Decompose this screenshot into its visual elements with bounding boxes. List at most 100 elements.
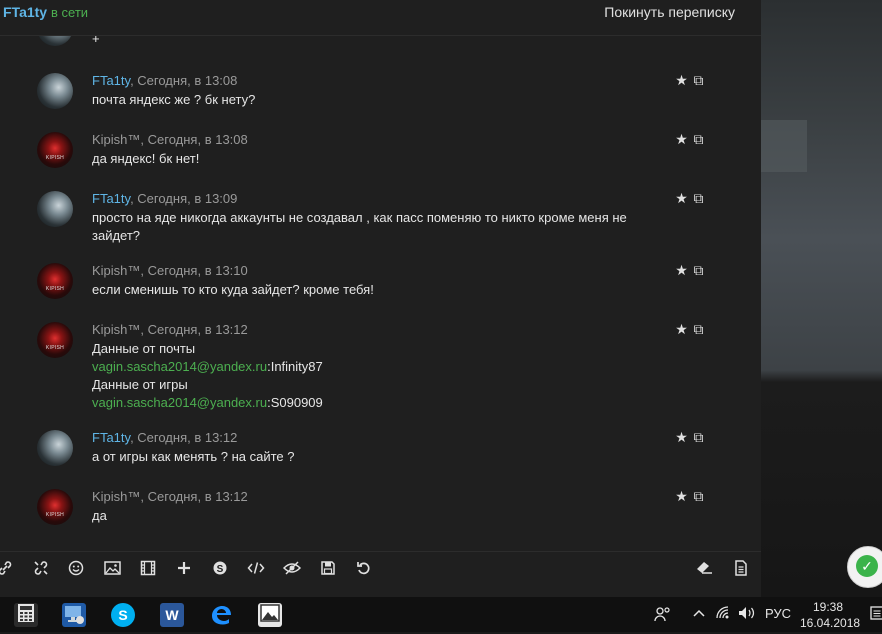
copy-icon[interactable]: ⧉ [690,488,707,505]
conversation-header: FTa1ty в сети Покинуть переписку [0,0,761,36]
message-list[interactable]: + FTa1ty, Сегодня, в 13:08 ★ ⧉ почта янде… [0,36,761,550]
skype-icon[interactable]: S [211,560,229,578]
message-meta: FTa1ty, Сегодня, в 13:09 [92,191,237,206]
save-icon[interactable] [319,560,337,578]
hide-icon[interactable] [282,560,302,578]
star-icon[interactable]: ★ [673,429,690,446]
email-link[interactable]: vagin.sascha2014@yandex.ru [92,359,267,374]
input-language[interactable]: РУС [765,606,791,621]
message-meta: Kipish™, Сегодня, в 13:12 [92,489,248,504]
message-line: Данные от игры [92,377,188,392]
author-name[interactable]: FTa1ty [92,73,130,88]
people-icon[interactable] [654,606,672,625]
message-text: Данные от почты vagin.sascha2014@yandex.… [92,340,672,412]
clock-date: 16.04.2018 [800,616,861,630]
document-icon[interactable] [732,560,750,578]
background-block [761,120,807,172]
copy-icon[interactable]: ⧉ [690,190,707,207]
word-app-icon[interactable]: W [160,603,184,627]
author-name[interactable]: Kipish™ [92,489,140,504]
message-text: да [92,508,107,523]
header-username[interactable]: FTa1ty [3,4,47,20]
author-name[interactable]: FTa1ty [92,191,130,206]
message-meta: FTa1ty, Сегодня, в 13:12 [92,430,237,445]
star-icon[interactable]: ★ [673,321,690,338]
background-window [761,0,882,597]
message-text: а от игры как менять ? на сайте ? [92,449,295,464]
eraser-icon[interactable] [696,560,714,578]
message-time: , Сегодня, в 13:12 [140,322,248,337]
shield-check-icon: ✓ [856,555,878,577]
star-icon[interactable]: ★ [673,72,690,89]
edge-browser-icon[interactable] [209,603,233,627]
message-text: почта яндекс же ? бк нету? [92,92,256,107]
chevron-up-icon[interactable] [692,606,706,623]
unlink-icon[interactable] [32,560,50,578]
wifi-icon[interactable] [716,606,732,623]
message-line: vagin.sascha2014@yandex.ru:S090909 [92,394,672,412]
star-icon[interactable]: ★ [673,190,690,207]
copy-icon[interactable]: ⧉ [690,131,707,148]
security-badge[interactable]: ✓ [847,546,882,588]
image-icon[interactable] [103,560,121,578]
avatar[interactable] [37,263,73,299]
photos-app-icon[interactable] [258,603,282,627]
avatar[interactable] [37,132,73,168]
message-actions: ★ ⧉ [673,262,707,279]
message-time: , Сегодня, в 13:08 [130,73,238,88]
message-text: просто на яде никогда аккаунты не создав… [92,210,627,243]
smiley-icon[interactable] [67,560,85,578]
message-actions: ★ ⧉ [673,321,707,338]
copy-icon[interactable]: ⧉ [690,321,707,338]
author-name[interactable]: FTa1ty [92,430,130,445]
message-meta: Kipish™, Сегодня, в 13:08 [92,132,248,147]
notification-center-icon[interactable] [870,606,882,623]
message-text: да яндекс! бк нет! [92,151,200,166]
message-text: + [92,36,100,46]
copy-icon[interactable]: ⧉ [690,262,707,279]
star-icon[interactable]: ★ [673,262,690,279]
leave-conversation-button[interactable]: Покинуть переписку [604,4,735,20]
avatar[interactable] [37,191,73,227]
plus-icon[interactable] [175,560,193,578]
avatar[interactable] [37,430,73,466]
message-time: , Сегодня, в 13:08 [140,132,248,147]
skype-app-icon[interactable]: S [111,603,135,627]
message-meta: FTa1ty, Сегодня, в 13:08 [92,73,237,88]
author-name[interactable]: Kipish™ [92,132,140,147]
avatar[interactable] [37,322,73,358]
code-icon[interactable] [247,560,265,578]
email-link[interactable]: vagin.sascha2014@yandex.ru [92,395,267,410]
copy-icon[interactable]: ⧉ [690,429,707,446]
password-text: :S090909 [267,395,323,410]
editor-toolbar: S [0,551,761,586]
copy-icon[interactable]: ⧉ [690,72,707,89]
avatar[interactable] [37,489,73,525]
message-meta: Kipish™, Сегодня, в 13:12 [92,322,248,337]
volume-icon[interactable] [738,606,756,623]
message-time: , Сегодня, в 13:10 [140,263,248,278]
star-icon[interactable]: ★ [673,488,690,505]
avatar[interactable] [37,36,73,46]
author-name[interactable]: Kipish™ [92,322,140,337]
network-manager-icon[interactable] [62,603,86,627]
svg-text:S: S [217,564,224,575]
message-time: , Сегодня, в 13:09 [130,191,238,206]
taskbar: S W РУС 19:38 16.04.2018 [0,597,882,632]
message-actions: ★ ⧉ [673,72,707,89]
author-name[interactable]: Kipish™ [92,263,140,278]
calculator-icon[interactable] [14,603,38,627]
online-status: в сети [51,5,89,20]
message-actions: ★ ⧉ [673,488,707,505]
link-icon[interactable] [0,560,14,578]
avatar[interactable] [37,73,73,109]
message-line: vagin.sascha2014@yandex.ru:Infinity87 [92,358,672,376]
star-icon[interactable]: ★ [673,131,690,148]
video-icon[interactable] [139,560,157,578]
undo-icon[interactable] [355,560,373,578]
message-time: , Сегодня, в 13:12 [140,489,248,504]
clock-time: 19:38 [812,600,844,614]
message-actions: ★ ⧉ [673,190,707,207]
chat-window: FTa1ty в сети Покинуть переписку + FTa1t… [0,0,761,597]
clock[interactable]: 19:38 16.04.2018 [800,599,861,631]
